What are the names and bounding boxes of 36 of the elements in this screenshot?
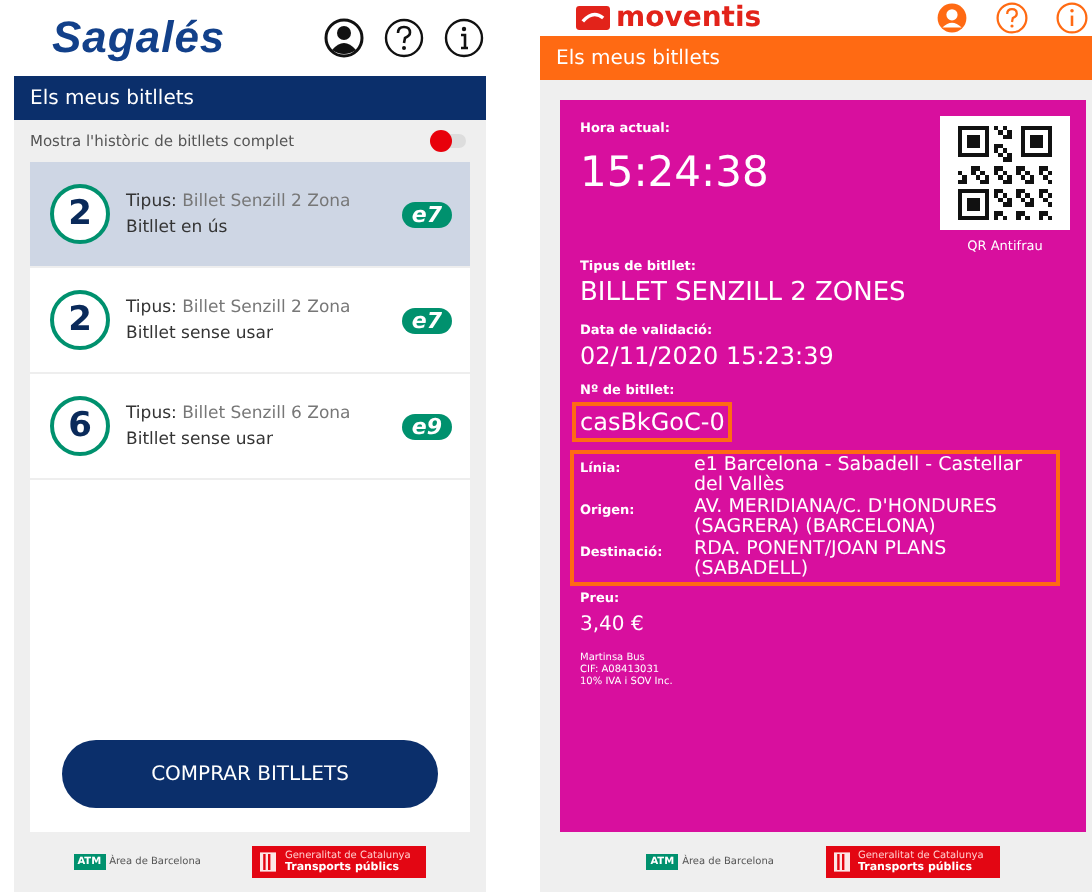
ticket-item[interactable]: 2 Tipus: Billet Senzill 2 Zona Bitllet sense usar e7 bbox=[30, 268, 470, 374]
zone-badge: 2 bbox=[50, 290, 110, 350]
logo-icon bbox=[576, 6, 610, 30]
ticket-status: Bitllet sense usar bbox=[126, 429, 275, 449]
app-logo: moventis bbox=[616, 2, 762, 34]
line-badge: e7 bbox=[401, 201, 452, 227]
ticket-type: BILLET SENZILL 2 ZONES bbox=[580, 278, 906, 308]
route-value: AV. MERIDIANA/C. D'HONDURES (SAGRERA) (BARCELONA) bbox=[694, 498, 999, 538]
ticket-status: Bitllet sense usar bbox=[126, 323, 275, 343]
price: 3,40 € bbox=[580, 614, 644, 636]
help-icon[interactable] bbox=[384, 18, 424, 58]
ticket-item[interactable]: 6 Tipus: Billet Senzill 6 Zona Bitllet sense usar e9 bbox=[30, 374, 470, 480]
ticket-type: Tipus: Billet Senzill 2 Zona bbox=[126, 191, 353, 211]
account-icon[interactable] bbox=[324, 18, 364, 58]
ticket-status: Bitllet en ús bbox=[126, 217, 230, 237]
line-badge: e9 bbox=[401, 413, 452, 439]
ticket-type: Tipus: Billet Senzill 6 Zona bbox=[126, 403, 353, 423]
current-time: 15:24:38 bbox=[580, 148, 769, 196]
ticket-type: Tipus: Billet Senzill 2 Zona bbox=[126, 297, 353, 317]
route-value: e1 Barcelona - Sabadell - Castellar del Vallès bbox=[694, 456, 1025, 496]
flag-icon bbox=[833, 852, 850, 872]
app-logo: Sagalés bbox=[52, 12, 226, 64]
history-toggle[interactable] bbox=[430, 134, 466, 148]
route-value: RDA. PONENT/JOAN PLANS (SABADELL) bbox=[694, 540, 949, 580]
screen-title: Els meus bitllets bbox=[556, 47, 720, 69]
zone-badge: 6 bbox=[50, 396, 110, 456]
flag-icon bbox=[260, 852, 277, 872]
zone-badge: 2 bbox=[50, 184, 110, 244]
info-icon[interactable] bbox=[444, 18, 484, 58]
screen-title: Els meus bitllets bbox=[30, 87, 194, 109]
validation-date: 02/11/2020 15:23:39 bbox=[580, 342, 834, 370]
line-badge: e7 bbox=[401, 307, 452, 333]
ticket-item[interactable]: 2 Tipus: Billet Senzill 2 Zona Bitllet en ús e7 bbox=[30, 162, 470, 268]
ticket-number: casBkGoC-0 bbox=[572, 402, 733, 442]
buy-button[interactable]: COMPRAR BITLLETS bbox=[62, 740, 438, 808]
qr-code-icon bbox=[958, 126, 1052, 220]
